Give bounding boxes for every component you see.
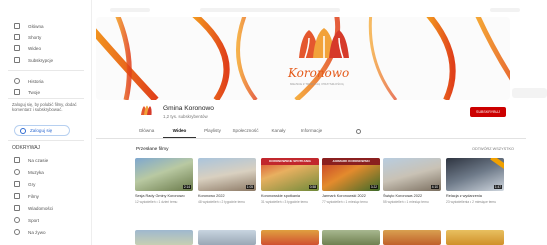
video-thumbnail[interactable]: JARMARK KORONOWSKI 3:22 — [322, 158, 380, 191]
video-title[interactable]: Koronowskie spotkania — [261, 194, 319, 199]
sidebar-item-trending[interactable]: Na czasie — [14, 155, 48, 165]
tab-channels[interactable]: Kanały — [262, 126, 295, 138]
tab-videos[interactable]: Wideo — [163, 126, 196, 138]
subscriber-count: 1,2 tys. subskrybentów — [163, 114, 208, 119]
video-meta: 48 wyświetleń • 2 tygodnie temu — [198, 199, 245, 204]
banner-edge-ghost — [512, 88, 547, 98]
video-meta: 77 wyświetleń • 1 miesiąc temu — [322, 199, 368, 204]
home-icon — [14, 23, 20, 29]
video-meta: 55 wyświetleń • 1 miesiąc temu — [383, 199, 429, 204]
shorts-icon — [14, 34, 20, 40]
sidebar-item-library[interactable]: Twoje — [14, 87, 40, 97]
video-duration: 0:58 — [308, 185, 317, 189]
sign-in-button[interactable]: Zaloguj się — [14, 125, 70, 136]
header-ghost-right — [490, 8, 520, 12]
thumbnail-title-strip: JARMARK KORONOWSKI — [322, 158, 380, 165]
video-duration: 1:05 — [245, 185, 254, 189]
video-thumbnail[interactable]: 1:05 — [198, 158, 256, 191]
sidebar-item-home[interactable]: Główna — [14, 21, 44, 31]
music-icon — [14, 169, 20, 175]
video-meta: 23 wyświetlenia • 2 miesiące temu — [446, 199, 497, 204]
video-card[interactable]: KORONOWSKIE SPOTKANIA 0:58 Koronowskie s… — [261, 158, 319, 204]
video-thumbnail[interactable] — [322, 230, 380, 245]
sidebar-divider — [8, 98, 84, 99]
explore-heading: ODKRYWAJ — [12, 145, 41, 151]
thumbnail-title-strip: KORONOWSKIE SPOTKANIA — [261, 158, 319, 165]
video-meta: 12 wyświetleń • 1 dzień temu — [135, 199, 178, 204]
video-duration: 2:14 — [182, 185, 191, 189]
sidebar-divider — [8, 140, 84, 141]
history-icon — [14, 78, 20, 84]
video-card[interactable]: 4:10 Święto Koronowa 2022 55 wyświetleń … — [383, 158, 441, 204]
search-bar-ghost[interactable] — [200, 8, 340, 12]
video-thumbnail[interactable]: 1:47 — [446, 158, 504, 191]
video-card[interactable]: 1:05 Koronowo 2022 48 wyświetleń • 2 tyg… — [198, 158, 256, 204]
video-meta: 31 wyświetleń • 3 tygodnie temu — [261, 199, 308, 204]
video-duration: 3:22 — [369, 185, 378, 189]
trophy-icon — [14, 217, 20, 223]
sidebar-divider — [8, 70, 84, 71]
header-ghost-left — [110, 8, 150, 12]
video-title[interactable]: Święto Koronowa 2022 — [383, 194, 441, 199]
sidebar-item-shorts[interactable]: Shorty — [14, 32, 41, 42]
video-card[interactable]: 1:47 Relacja z wydarzenia 23 wyświetleni… — [446, 158, 504, 204]
subscriptions-icon — [14, 57, 20, 63]
sidebar-item-music[interactable]: Muzyka — [14, 167, 44, 177]
new-ribbon — [490, 158, 504, 170]
channel-tabs: Główna Wideo Playlisty Społeczność Kanał… — [130, 126, 328, 138]
sidebar-item-sports[interactable]: Sport — [14, 215, 39, 225]
movies-icon — [14, 193, 20, 199]
channel-name: Gmina Koronowo — [163, 105, 214, 112]
tab-about[interactable]: Informacje — [295, 126, 328, 138]
video-thumbnail[interactable]: 2:14 — [135, 158, 193, 191]
video-title[interactable]: Sesja Rady Gminy Koronowo — [135, 194, 193, 199]
section-title: Przesłane filmy — [136, 147, 169, 152]
video-thumbnail[interactable] — [198, 230, 256, 245]
channel-avatar[interactable] — [139, 104, 153, 118]
sidebar-item-subscriptions[interactable]: Subskrypcje — [14, 55, 53, 65]
sidebar-item-history[interactable]: Historia — [14, 76, 44, 86]
video-duration: 1:47 — [493, 185, 502, 189]
sign-in-prompt: Zaloguj się, by polubić filmy, dodać kom… — [12, 102, 77, 113]
video-card[interactable]: 2:14 Sesja Rady Gminy Koronowo 12 wyświe… — [135, 158, 193, 204]
channel-banner — [96, 17, 510, 100]
banner-logo-subtext: MIEJSCE Z TRADYCJĄ I PRZYSZŁOŚCIĄ — [290, 82, 344, 86]
account-icon — [20, 127, 26, 134]
search-icon[interactable] — [356, 129, 361, 134]
sidebar-item-news[interactable]: Wiadomości — [14, 203, 53, 213]
video-thumbnail[interactable] — [383, 230, 441, 245]
tabs-divider — [96, 138, 526, 139]
video-thumbnail[interactable] — [261, 230, 319, 245]
gaming-icon — [14, 181, 20, 187]
video-thumbnail[interactable] — [135, 230, 193, 245]
video-title[interactable]: Jarmark Koronowski 2022 — [322, 194, 380, 199]
news-icon — [14, 205, 20, 211]
video-thumbnail[interactable]: 4:10 — [383, 158, 441, 191]
sidebar-item-movies[interactable]: Filmy — [14, 191, 39, 201]
banner-logo-text: Koronowo — [288, 66, 350, 80]
video-duration: 4:10 — [430, 185, 439, 189]
video-title[interactable]: Relacja z wydarzenia — [446, 194, 504, 199]
video-title[interactable]: Koronowo 2022 — [198, 194, 256, 199]
sidebar-item-videos[interactable]: Wideo — [14, 43, 41, 53]
play-all-link[interactable]: ODTWÓRZ WSZYSTKO — [472, 147, 514, 151]
tab-community[interactable]: Społeczność — [229, 126, 262, 138]
sidebar: Główna Shorty Wideo Subskrypcje Historia… — [0, 0, 92, 245]
video-card[interactable]: JARMARK KORONOWSKI 3:22 Jarmark Koronows… — [322, 158, 380, 204]
live-icon — [14, 229, 20, 235]
library-icon — [14, 89, 20, 95]
banner-arcs — [96, 17, 510, 100]
trending-icon — [14, 157, 20, 163]
subscribe-button[interactable]: SUBSKRYBUJ — [470, 107, 506, 117]
sidebar-item-live[interactable]: Na żywo — [14, 227, 46, 237]
video-icon — [14, 45, 20, 51]
sidebar-item-gaming[interactable]: Gry — [14, 179, 35, 189]
tab-playlists[interactable]: Playlisty — [196, 126, 229, 138]
tab-home[interactable]: Główna — [130, 126, 163, 138]
video-thumbnail[interactable] — [446, 230, 504, 245]
video-thumbnail[interactable]: KORONOWSKIE SPOTKANIA 0:58 — [261, 158, 319, 191]
koronowo-logo-icon — [299, 28, 349, 59]
